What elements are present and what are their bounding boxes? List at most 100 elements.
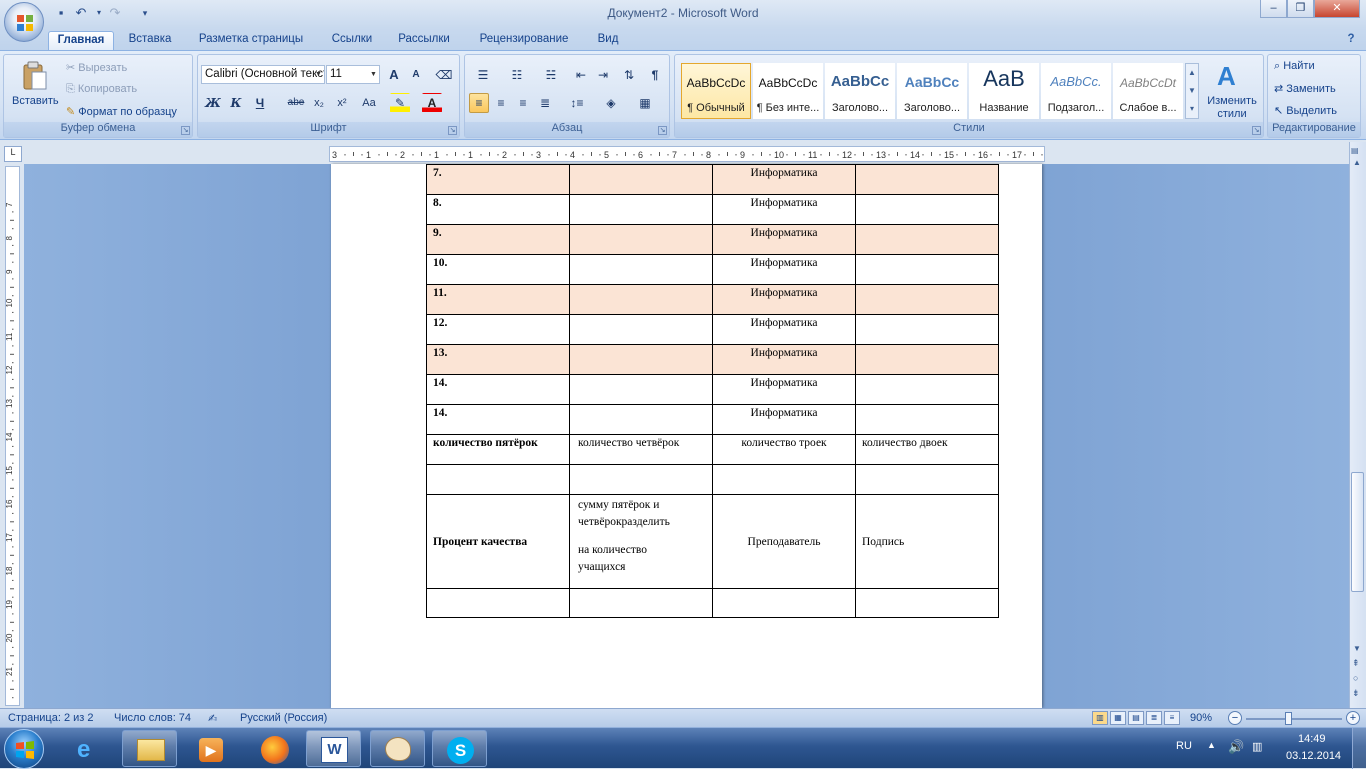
table-cell[interactable]: [855, 254, 999, 285]
table-cell[interactable]: [569, 254, 713, 285]
qat-customize-icon[interactable]: ▾: [136, 5, 154, 21]
clipboard-launcher-icon[interactable]: ↘: [181, 126, 190, 135]
grades-table[interactable]: 7. Информатика 8. Информатика 9. Информатика 1…: [426, 164, 999, 618]
horizontal-ruler[interactable]: 3 1 2 1 1 2 3 4 5 6 7 8 9 10 11 12 13 14 15 16 17: [329, 146, 1045, 162]
table-cell[interactable]: [569, 164, 713, 195]
draft-icon[interactable]: ≡: [1164, 711, 1180, 725]
clear-format-icon[interactable]: ⌫: [434, 65, 454, 85]
font-name-combo[interactable]: Calibri (Основной текст) ▼: [201, 65, 325, 84]
font-launcher-icon[interactable]: ↘: [448, 126, 457, 135]
redo-icon[interactable]: ↷: [106, 5, 124, 21]
quality-formula-cell[interactable]: сумму пятёрок и четвёрокразделить на колич…: [569, 494, 713, 589]
bullets-icon[interactable]: ☰: [469, 65, 497, 85]
table-cell[interactable]: [855, 314, 999, 345]
align-center-icon[interactable]: ≡: [491, 93, 511, 113]
style-no-spacing[interactable]: AaBbCcDc ¶ Без инте...: [753, 63, 823, 119]
style-heading-1[interactable]: AaBbCc Заголово...: [825, 63, 895, 119]
tab-references[interactable]: Ссылки: [324, 31, 380, 50]
scrollbar-thumb[interactable]: [1351, 472, 1364, 592]
clock-time[interactable]: 14:49: [1298, 733, 1326, 745]
table-cell[interactable]: [712, 588, 856, 618]
tab-insert[interactable]: Вставка: [120, 31, 180, 50]
row-number[interactable]: 7.: [426, 164, 570, 195]
strikethrough-button[interactable]: abe: [284, 93, 308, 113]
count-header-cell[interactable]: количество четвёрок: [569, 434, 713, 465]
tab-page-layout[interactable]: Разметка страницы: [192, 31, 310, 50]
outline-icon[interactable]: ≣: [1146, 711, 1162, 725]
table-cell[interactable]: [426, 464, 570, 495]
firefox-taskbar-button[interactable]: [246, 730, 301, 767]
grow-font-button[interactable]: A: [384, 65, 404, 85]
table-cell[interactable]: [569, 374, 713, 405]
tab-selector[interactable]: L: [4, 146, 22, 162]
table-cell[interactable]: [569, 224, 713, 255]
ruler-toggle-icon[interactable]: ▤: [1351, 146, 1359, 155]
decrease-indent-icon[interactable]: ⇤: [571, 65, 591, 85]
office-button[interactable]: [4, 2, 44, 42]
maximize-button[interactable]: ❐: [1287, 0, 1314, 18]
align-right-icon[interactable]: ≡: [513, 93, 533, 113]
row-number[interactable]: 9.: [426, 224, 570, 255]
row-number[interactable]: 13.: [426, 344, 570, 375]
language-indicator[interactable]: RU: [1176, 740, 1192, 752]
table-cell[interactable]: [426, 588, 570, 618]
paragraph-launcher-icon[interactable]: ↘: [658, 126, 667, 135]
teacher-cell[interactable]: Преподаватель: [712, 494, 856, 589]
row-number[interactable]: 11.: [426, 284, 570, 315]
table-cell[interactable]: [855, 344, 999, 375]
browse-object-icon[interactable]: ○: [1353, 673, 1358, 683]
multilevel-list-icon[interactable]: ☵: [537, 65, 565, 85]
table-cell[interactable]: [569, 464, 713, 495]
copy-button[interactable]: ⎘ Копировать: [66, 83, 137, 96]
row-number[interactable]: 14.: [426, 374, 570, 405]
zoom-level[interactable]: 90%: [1190, 712, 1212, 724]
table-cell[interactable]: [569, 194, 713, 225]
select-button[interactable]: ↖ Выделить: [1274, 104, 1337, 117]
cut-button[interactable]: ✂ Вырезать: [66, 61, 127, 74]
tab-home[interactable]: Главная: [48, 31, 114, 50]
subject-cell[interactable]: Информатика: [712, 404, 856, 435]
prev-page-icon[interactable]: ⇞: [1352, 658, 1360, 669]
borders-icon[interactable]: ▦: [631, 93, 659, 113]
media-taskbar-button[interactable]: ▶: [182, 730, 237, 767]
superscript-button[interactable]: x²: [332, 93, 352, 113]
signature-cell[interactable]: Подпись: [855, 494, 999, 589]
subject-cell[interactable]: Информатика: [712, 314, 856, 345]
table-cell[interactable]: [855, 374, 999, 405]
table-cell[interactable]: [569, 314, 713, 345]
styles-launcher-icon[interactable]: ↘: [1252, 126, 1261, 135]
increase-indent-icon[interactable]: ⇥: [593, 65, 613, 85]
minimize-button[interactable]: –: [1260, 0, 1287, 18]
vertical-ruler[interactable]: 7 8 9 10 11 12 13 14 15 16 17 18 19 20 21: [5, 166, 20, 706]
ie-taskbar-button[interactable]: e: [62, 730, 117, 767]
zoom-in-button[interactable]: +: [1346, 711, 1360, 725]
change-case-button[interactable]: Aa: [356, 93, 382, 113]
shrink-font-button[interactable]: A: [406, 65, 426, 85]
page-count[interactable]: Страница: 2 из 2: [8, 712, 94, 724]
subscript-button[interactable]: x₂: [309, 93, 329, 113]
row-number[interactable]: 12.: [426, 314, 570, 345]
styles-scroll[interactable]: ▲ ▼ ▾: [1185, 63, 1199, 119]
skype-taskbar-button[interactable]: S: [432, 730, 487, 767]
count-header-cell[interactable]: количество двоек: [855, 434, 999, 465]
subject-cell[interactable]: Информатика: [712, 344, 856, 375]
underline-button[interactable]: Ч: [250, 93, 270, 113]
style-title[interactable]: AaB Название: [969, 63, 1039, 119]
align-left-icon[interactable]: ≡: [469, 93, 489, 113]
table-cell[interactable]: [569, 588, 713, 618]
proofing-icon[interactable]: ✍: [208, 712, 217, 725]
zoom-slider[interactable]: [1246, 718, 1342, 720]
highlight-icon[interactable]: ✎: [390, 93, 410, 113]
tab-review[interactable]: Рецензирование: [470, 31, 578, 50]
table-cell[interactable]: [569, 344, 713, 375]
scroll-down-icon[interactable]: ▼: [1353, 644, 1361, 653]
word-count[interactable]: Число слов: 74: [114, 712, 191, 724]
table-cell[interactable]: [855, 194, 999, 225]
zoom-slider-thumb[interactable]: [1285, 712, 1292, 725]
row-number[interactable]: 14.: [426, 404, 570, 435]
quality-label-cell[interactable]: Процент качества: [426, 494, 570, 589]
italic-button[interactable]: К: [226, 93, 246, 113]
find-button[interactable]: ⌕ Найти: [1274, 60, 1315, 73]
next-page-icon[interactable]: ⇟: [1352, 688, 1360, 699]
save-icon[interactable]: ▪: [52, 5, 70, 21]
